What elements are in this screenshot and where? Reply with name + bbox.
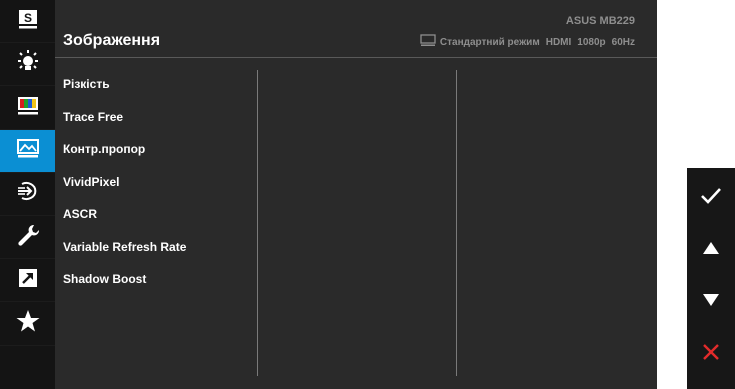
menu-item-variable-refresh-rate[interactable]: Variable Refresh Rate xyxy=(63,237,186,270)
status-bar: Стандартний режим HDMI 1080p 60Hz xyxy=(420,34,635,50)
sidebar-item-shortcut[interactable] xyxy=(0,259,55,303)
header: Зображення ASUS MB229 Стандартний режим … xyxy=(55,0,657,58)
arrow-down-icon xyxy=(701,292,721,313)
menu-item-aspect-control[interactable]: Контр.пропор xyxy=(63,139,186,172)
image-icon xyxy=(15,137,41,164)
status-mode: Стандартний режим xyxy=(439,36,540,48)
sidebar-item-system-setup[interactable] xyxy=(0,216,55,260)
sidebar-item-brightness[interactable] xyxy=(0,43,55,87)
down-button[interactable] xyxy=(687,281,735,324)
my-favorite-icon xyxy=(15,308,41,339)
sidebar-item-splendid[interactable]: S xyxy=(0,0,55,44)
menu-item-sharpness[interactable]: Різкість xyxy=(63,74,186,107)
osd-menu: S Зображення ASUS MB229 Стандартний режи… xyxy=(0,0,657,389)
column-divider xyxy=(257,70,258,376)
menu-list: Різкість Trace Free Контр.пропор VividPi… xyxy=(63,74,186,302)
splendid-icon: S xyxy=(16,7,40,36)
sidebar-item-input-select[interactable] xyxy=(0,173,55,216)
sidebar: S xyxy=(0,0,55,389)
sidebar-item-image[interactable] xyxy=(0,129,55,173)
model-name: ASUS MB229 xyxy=(565,15,635,27)
main-panel: Зображення ASUS MB229 Стандартний режим … xyxy=(55,0,657,389)
up-button[interactable] xyxy=(687,229,735,272)
confirm-button[interactable] xyxy=(687,177,735,220)
column-divider xyxy=(456,70,457,376)
status-input: HDMI xyxy=(545,36,572,48)
menu-item-ascr[interactable]: ASCR xyxy=(63,204,186,237)
brightness-icon xyxy=(15,49,41,80)
close-icon xyxy=(701,342,721,367)
svg-text:S: S xyxy=(23,11,31,25)
shortcut-icon xyxy=(16,266,40,295)
status-resolution: 1080p xyxy=(577,36,606,48)
page-title: Зображення xyxy=(63,32,161,49)
sidebar-item-color[interactable] xyxy=(0,86,55,130)
arrow-up-icon xyxy=(701,240,721,261)
control-keys-panel xyxy=(687,168,735,389)
menu-item-shadow-boost[interactable]: Shadow Boost xyxy=(63,269,186,302)
check-icon xyxy=(699,186,723,211)
menu-item-trace-free[interactable]: Trace Free xyxy=(63,107,186,140)
close-button[interactable] xyxy=(687,333,735,376)
system-setup-icon xyxy=(15,222,41,253)
color-icon xyxy=(16,94,40,121)
sidebar-item-my-favorite[interactable] xyxy=(0,302,55,346)
status-refresh: 60Hz xyxy=(611,36,635,48)
menu-item-vividpixel[interactable]: VividPixel xyxy=(63,172,186,205)
input-select-icon xyxy=(15,179,41,208)
monitor-icon xyxy=(420,34,436,50)
